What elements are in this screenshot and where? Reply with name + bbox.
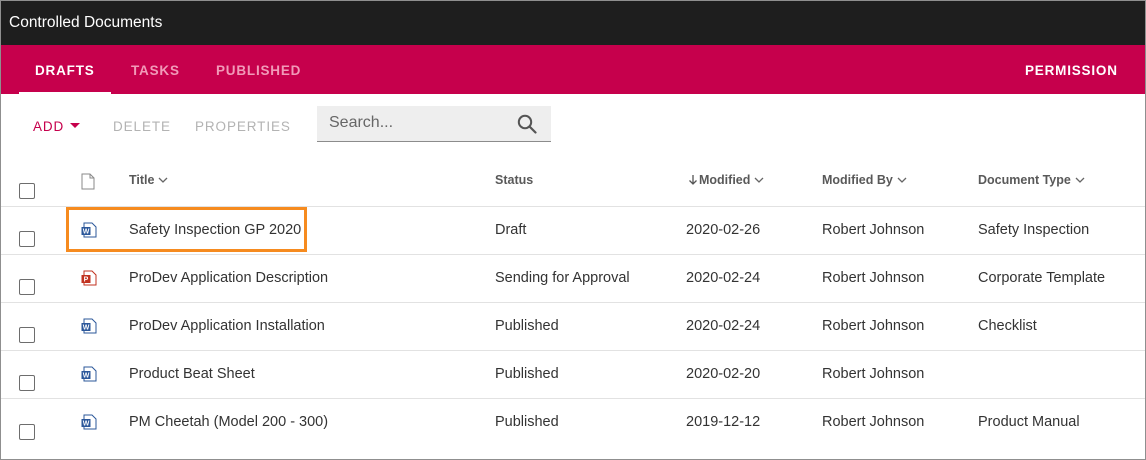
chevron-down-icon <box>159 177 168 183</box>
word-file-icon: W <box>81 366 97 382</box>
column-header-modified-by-label: Modified By <box>822 173 893 187</box>
chevron-down-icon <box>754 177 764 183</box>
row-modified-by: Robert Johnson <box>822 366 925 382</box>
row-status: Published <box>495 414 559 430</box>
svg-text:W: W <box>83 229 90 236</box>
tab-tasks[interactable]: TASKS <box>131 45 180 94</box>
column-header-modified-by[interactable]: Modified By <box>822 173 907 187</box>
column-header-title[interactable]: Title <box>129 173 168 187</box>
row-status: Published <box>495 318 559 334</box>
row-title[interactable]: PM Cheetah (Model 200 - 300) <box>129 414 328 430</box>
delete-button[interactable]: DELETE <box>113 119 171 134</box>
word-file-icon: W <box>81 318 97 334</box>
app-frame: Controlled Documents DRAFTS TASKS PUBLIS… <box>0 0 1146 460</box>
properties-button[interactable]: PROPERTIES <box>195 119 291 134</box>
row-modified: 2020-02-20 <box>686 366 761 382</box>
tab-bar: DRAFTS TASKS PUBLISHED PERMISSION <box>1 45 1145 95</box>
row-document-type: Safety Inspection <box>978 222 1090 238</box>
row-modified-by: Robert Johnson <box>822 318 925 334</box>
active-tab-indicator <box>19 92 111 95</box>
word-file-icon: W <box>81 414 97 430</box>
row-modified: 2020-02-26 <box>686 222 761 238</box>
search-box <box>317 106 551 142</box>
row-checkbox[interactable] <box>19 231 35 247</box>
caret-down-icon <box>70 122 81 128</box>
row-modified: 2019-12-12 <box>686 414 761 430</box>
row-title[interactable]: Product Beat Sheet <box>129 366 255 382</box>
svg-text:W: W <box>83 373 90 380</box>
row-title[interactable]: ProDev Application Description <box>129 270 328 286</box>
svg-text:W: W <box>83 421 90 428</box>
row-divider <box>1 302 1145 303</box>
add-button[interactable]: ADD <box>33 119 81 134</box>
row-status: Draft <box>495 222 527 238</box>
row-checkbox[interactable] <box>19 327 35 343</box>
search-input[interactable] <box>317 106 519 140</box>
row-modified-by: Robert Johnson <box>822 222 925 238</box>
row-document-type: Corporate Template <box>978 270 1106 286</box>
row-title[interactable]: Safety Inspection GP 2020 <box>129 222 301 238</box>
row-modified-by: Robert Johnson <box>822 270 925 286</box>
row-checkbox[interactable] <box>19 375 35 391</box>
row-status: Sending for Approval <box>495 270 630 286</box>
tab-published[interactable]: PUBLISHED <box>216 45 301 94</box>
add-button-label: ADD <box>33 119 65 134</box>
column-header-document-type-label: Document Type <box>978 173 1071 187</box>
svg-text:W: W <box>83 325 90 332</box>
tab-drafts[interactable]: DRAFTS <box>35 45 95 94</box>
row-modified: 2020-02-24 <box>686 270 761 286</box>
column-header-modified[interactable]: Modified <box>688 173 764 187</box>
column-header-modified-label: Modified <box>699 173 751 187</box>
row-divider <box>1 350 1145 351</box>
word-file-icon: W <box>81 222 97 238</box>
arrow-down-icon <box>689 174 697 185</box>
pdf-file-icon: P <box>81 270 97 286</box>
row-document-type: Product Manual <box>978 414 1080 430</box>
row-divider <box>1 398 1145 399</box>
column-header-title-label: Title <box>129 173 155 187</box>
row-checkbox[interactable] <box>19 424 35 440</box>
file-icon <box>81 173 95 190</box>
svg-text:P: P <box>84 277 89 284</box>
row-document-type: Checklist <box>978 318 1037 334</box>
row-divider <box>1 254 1145 255</box>
row-modified-by: Robert Johnson <box>822 414 925 430</box>
row-divider <box>1 206 1145 207</box>
row-status: Published <box>495 366 559 382</box>
chevron-down-icon <box>897 177 907 183</box>
column-header-status[interactable]: Status <box>495 173 533 187</box>
permission-button[interactable]: PERMISSION <box>1025 45 1118 94</box>
row-checkbox[interactable] <box>19 279 35 295</box>
select-all-checkbox[interactable] <box>19 183 35 199</box>
search-icon[interactable] <box>516 113 538 135</box>
window-title: Controlled Documents <box>1 1 1145 45</box>
chevron-down-icon <box>1075 177 1085 183</box>
row-title[interactable]: ProDev Application Installation <box>129 318 325 334</box>
column-header-document-type[interactable]: Document Type <box>978 173 1085 187</box>
row-modified: 2020-02-24 <box>686 318 761 334</box>
